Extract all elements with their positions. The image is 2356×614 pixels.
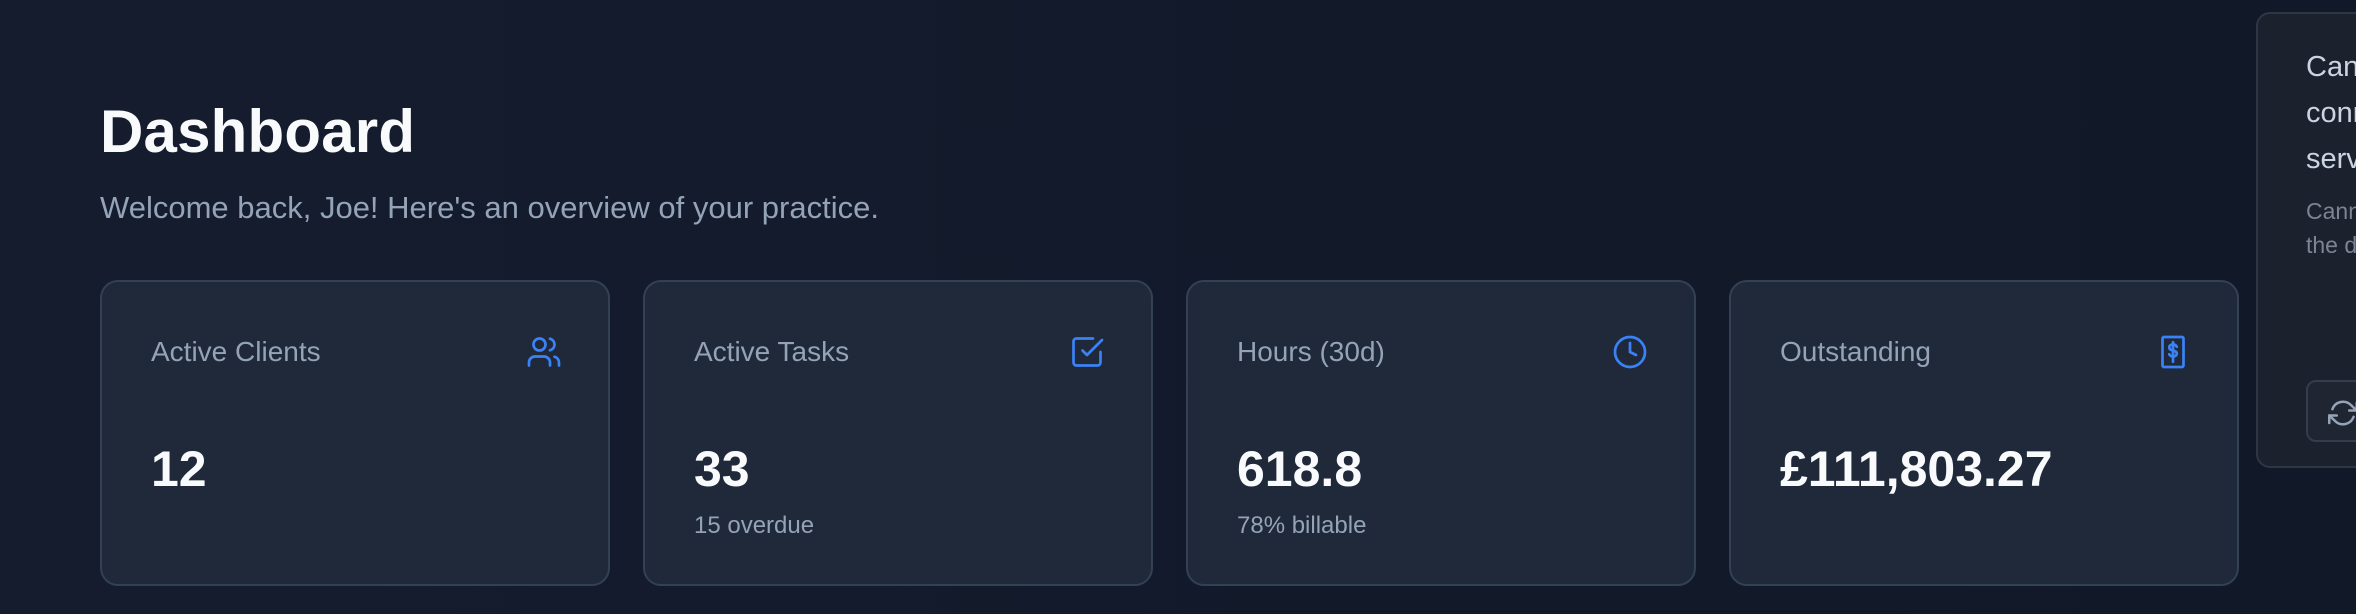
users-icon: [526, 334, 562, 370]
refresh-icon: [2328, 400, 2356, 426]
toast-title: Cannot connect to server: [2306, 51, 2356, 175]
stat-card-active-clients[interactable]: Active Clients 12: [100, 280, 610, 586]
check-square-icon: [1069, 334, 1105, 370]
stat-value: 618.8: [1237, 441, 1363, 497]
stat-label: Outstanding: [1780, 336, 1931, 367]
invoice-icon: [2155, 334, 2191, 370]
stat-label: Active Tasks: [694, 336, 850, 367]
page-subtitle: Welcome back, Joe! Here's an overview of…: [100, 190, 879, 225]
stat-value: 33: [694, 441, 750, 497]
retry-button[interactable]: [2306, 380, 2356, 442]
page-title: Dashboard: [100, 98, 416, 165]
stat-label: Active Clients: [151, 336, 321, 367]
stat-value: 12: [151, 441, 207, 497]
toast-message: Cannot connect to the data server: [2306, 198, 2356, 258]
stat-label: Hours (30d): [1237, 336, 1385, 367]
stat-subtext: 78% billable: [1237, 512, 1367, 539]
dashboard-page: Dashboard Welcome back, Joe! Here's an o…: [0, 0, 2356, 614]
stat-card-active-tasks[interactable]: Active Tasks 33 15 overdue: [643, 280, 1153, 586]
stat-card-hours[interactable]: Hours (30d) 618.8 78% billable: [1186, 280, 1696, 586]
stats-cards: Active Clients 12 Active Tasks 33 15 ove…: [100, 280, 2239, 586]
stat-card-outstanding[interactable]: Outstanding £111,803.27: [1729, 280, 2239, 586]
stat-subtext: 15 overdue: [694, 512, 815, 539]
stat-value: £111,803.27: [1780, 441, 2053, 497]
clock-icon: [1612, 334, 1648, 370]
connection-error-toast: Cannot connect to server Cannot connect …: [2256, 12, 2356, 468]
